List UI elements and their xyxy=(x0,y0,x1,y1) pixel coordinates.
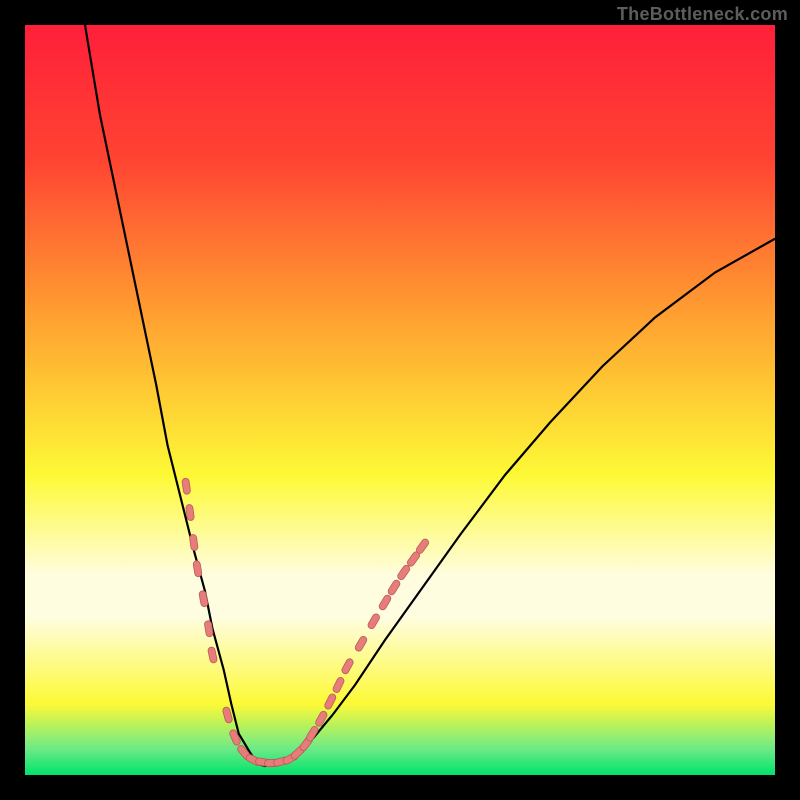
watermark-text: TheBottleneck.com xyxy=(617,4,788,25)
plot-svg xyxy=(25,25,775,775)
plot-frame xyxy=(25,25,775,775)
gradient-background xyxy=(25,25,775,775)
chart-stage: TheBottleneck.com xyxy=(0,0,800,800)
